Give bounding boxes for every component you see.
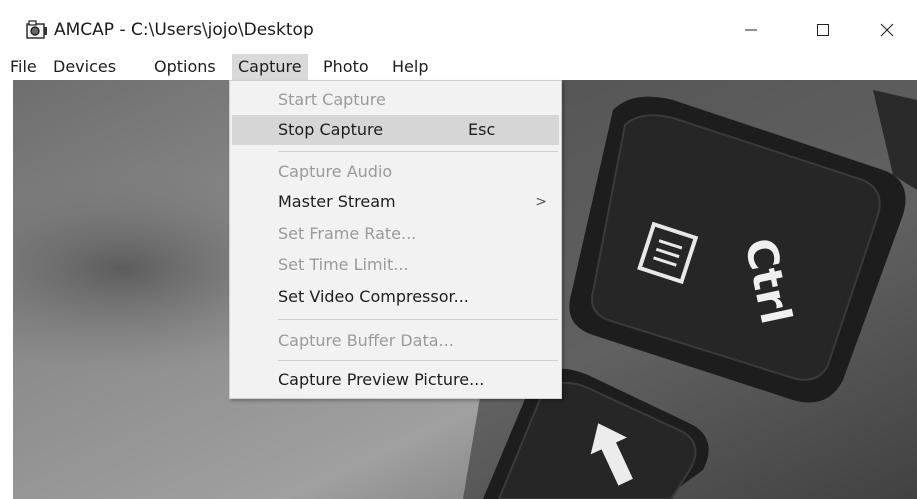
menu-options[interactable]: Options xyxy=(154,54,216,80)
menu-capture[interactable]: Capture xyxy=(232,54,308,80)
close-button[interactable] xyxy=(864,12,910,48)
menu-help[interactable]: Help xyxy=(392,54,428,80)
menu-item-label: Start Capture xyxy=(278,90,386,109)
menu-item-label: Master Stream xyxy=(278,192,396,211)
menu-item-set-time-limit[interactable]: Set Time Limit... xyxy=(278,250,409,280)
maximize-icon xyxy=(817,24,829,36)
menu-separator xyxy=(278,151,558,152)
menu-item-start-capture[interactable]: Start Capture xyxy=(278,85,386,115)
menu-item-label: Capture Preview Picture... xyxy=(278,370,485,389)
menu-item-capture-buffer-data[interactable]: Capture Buffer Data... xyxy=(278,326,454,356)
maximize-button[interactable] xyxy=(800,12,846,48)
menu-item-label: Stop Capture xyxy=(278,120,384,139)
menu-item-label: Set Video Compressor... xyxy=(278,287,469,306)
menu-devices[interactable]: Devices xyxy=(53,54,116,80)
menu-item-label: Capture Audio xyxy=(278,162,393,181)
menu-separator xyxy=(278,360,558,361)
amcap-window: AMCAP - C:\Users\jojo\Desktop File Devic… xyxy=(0,0,917,499)
menu-item-capture-audio[interactable]: Capture Audio xyxy=(278,157,392,187)
menu-item-stop-capture[interactable]: Stop Capture Esc xyxy=(278,115,495,145)
menu-item-set-frame-rate[interactable]: Set Frame Rate... xyxy=(278,219,416,249)
menu-item-label: Set Frame Rate... xyxy=(278,224,417,243)
chevron-right-icon: > xyxy=(535,194,547,210)
menu-item-capture-preview-picture[interactable]: Capture Preview Picture... xyxy=(278,365,484,395)
menu-item-label: Capture Buffer Data... xyxy=(278,331,454,350)
menu-photo[interactable]: Photo xyxy=(323,54,369,80)
menu-item-label: Set Time Limit... xyxy=(278,255,409,274)
minimize-icon xyxy=(745,29,757,31)
title-bar: AMCAP - C:\Users\jojo\Desktop xyxy=(0,0,917,54)
menu-item-master-stream[interactable]: Master Stream xyxy=(278,187,558,217)
close-icon xyxy=(880,23,894,37)
menu-shortcut: Esc xyxy=(468,120,496,139)
camera-icon xyxy=(26,20,48,40)
menu-bar: File Devices Options Capture Photo Help xyxy=(0,54,917,80)
menu-item-set-video-compressor[interactable]: Set Video Compressor... xyxy=(278,282,469,312)
menu-separator xyxy=(278,319,558,320)
window-title: AMCAP - C:\Users\jojo\Desktop xyxy=(54,20,314,40)
minimize-button[interactable] xyxy=(728,12,774,48)
menu-file[interactable]: File xyxy=(10,54,37,80)
capture-menu-dropdown: Start Capture Stop Capture Esc Capture A… xyxy=(229,80,562,399)
